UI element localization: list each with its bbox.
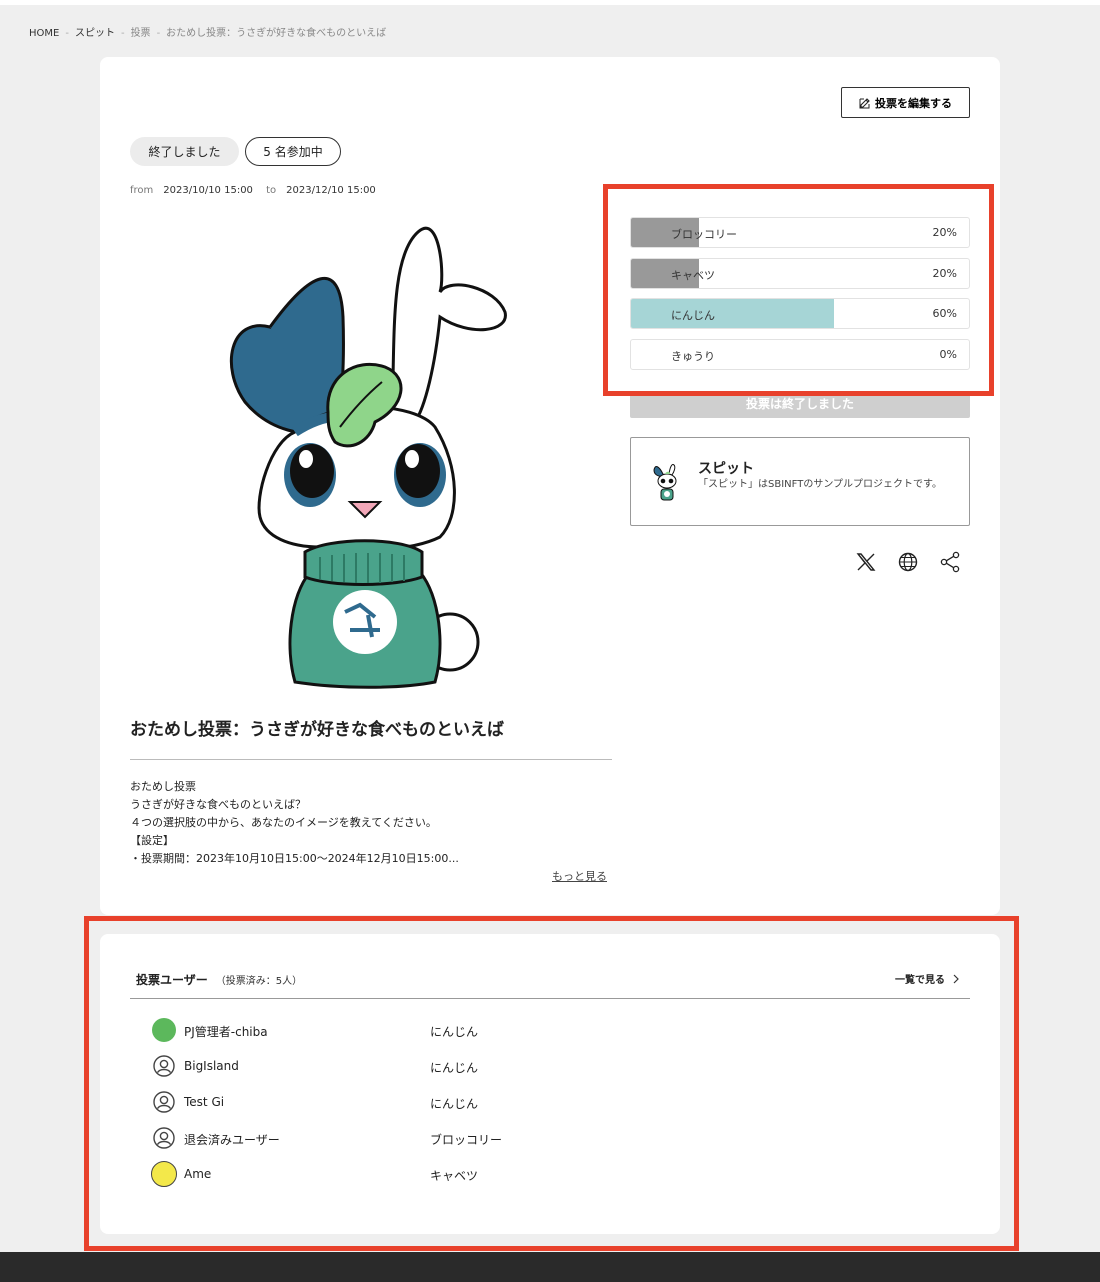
option-label: ブロッコリー xyxy=(671,228,737,241)
vote-title: おためし投票：うさぎが好きな食べものといえば xyxy=(130,720,504,740)
user-name: 退会済みユーザー xyxy=(184,1133,280,1147)
default-user-icon xyxy=(153,1091,175,1113)
user-row[interactable]: PJ管理者-chiba にんじん xyxy=(152,1018,952,1046)
show-more-link[interactable]: もっと見る xyxy=(552,868,607,884)
user-row[interactable]: 退会済みユーザー ブロッコリー xyxy=(152,1126,952,1154)
share-icon[interactable] xyxy=(939,551,961,573)
option-label: きゅうり xyxy=(671,349,715,363)
period-to-label: to xyxy=(266,185,277,196)
user-name: Test Gi xyxy=(184,1095,225,1109)
description-line: おためし投票 xyxy=(130,780,196,793)
voted-users-heading: 投票ユーザー （投票済み：5人） xyxy=(136,971,302,988)
vote-closed-button[interactable]: 投票は終了しました xyxy=(630,391,970,418)
vote-description: おためし投票 うさぎが好きな食べものといえば？ ４つの選択肢の中から、あなたのイ… xyxy=(130,778,612,868)
user-choice: ブロッコリー xyxy=(430,1133,503,1147)
description-line: ・投票期間：2023年10月10日15:00〜2024年12月10日15:00.… xyxy=(130,852,459,865)
user-choice: にんじん xyxy=(430,1025,479,1039)
option-percent: 20% xyxy=(932,226,957,239)
description-line: うさぎが好きな食べものといえば？ xyxy=(130,798,306,811)
voted-users-title: 投票ユーザー xyxy=(136,973,208,987)
x-icon[interactable] xyxy=(855,551,877,573)
participants-badge: 5 名参加中 xyxy=(245,137,341,166)
option-fill-bar xyxy=(631,299,834,328)
avatar xyxy=(151,1161,177,1187)
option-percent: 60% xyxy=(932,307,957,320)
view-all-link[interactable]: 一覧で見る xyxy=(895,971,959,986)
project-description: 「スピット」はSBINFTのサンプルプロジェクトです。 xyxy=(698,479,943,490)
vote-detail-card: 投票を編集する 終了しました 5 名参加中 from 2023/10/10 15:… xyxy=(100,57,1000,915)
option-percent: 0% xyxy=(939,347,957,361)
project-name: スピット xyxy=(698,461,754,477)
project-card[interactable]: スピット 「スピット」はSBINFTのサンプルプロジェクトです。 xyxy=(630,437,970,526)
edit-icon xyxy=(859,97,870,108)
breadcrumb-section[interactable]: 投票 xyxy=(131,28,151,39)
period-from-label: from xyxy=(130,185,154,196)
vote-option-carrot[interactable]: にんじん 60% xyxy=(630,298,970,329)
description-line: ４つの選択肢の中から、あなたのイメージを教えてください。 xyxy=(130,816,437,829)
user-name: Ame xyxy=(184,1167,212,1181)
user-choice: キャベツ xyxy=(430,1169,479,1183)
option-label: キャベツ xyxy=(671,268,715,282)
users-divider xyxy=(130,998,970,999)
top-edge xyxy=(0,0,1100,5)
period-from: 2023/10/10 15:00 xyxy=(163,185,253,196)
edit-vote-button[interactable]: 投票を編集する xyxy=(841,87,970,118)
title-divider xyxy=(130,759,612,760)
share-icons xyxy=(855,551,961,573)
user-choice: にんじん xyxy=(430,1061,479,1075)
avatar xyxy=(152,1018,176,1042)
description-line: 【設定】 xyxy=(130,834,174,847)
vote-option-cucumber[interactable]: きゅうり 0% xyxy=(630,338,970,370)
breadcrumb-project[interactable]: スピット xyxy=(75,28,115,39)
bunny-mascot-image xyxy=(229,227,507,689)
voted-users-card: 投票ユーザー （投票済み：5人） 一覧で見る PJ管理者-chiba にんじん B… xyxy=(100,934,1000,1234)
breadcrumb-home[interactable]: HOME xyxy=(29,28,59,39)
globe-icon[interactable] xyxy=(897,551,919,573)
default-user-icon xyxy=(153,1127,175,1149)
view-all-label: 一覧で見る xyxy=(895,975,945,986)
user-name: BigIsland xyxy=(184,1059,239,1073)
chevron-right-icon xyxy=(953,974,959,983)
user-choice: にんじん xyxy=(430,1097,479,1111)
vote-option-broccoli[interactable]: ブロッコリー 20% xyxy=(630,217,970,248)
voted-users-count: （投票済み：5人） xyxy=(215,976,303,987)
vote-period: from 2023/10/10 15:00 to 2023/12/10 15:00 xyxy=(130,185,386,196)
breadcrumb: HOME - スピット - 投票 - おためし投票：うさぎが好きな食べものといえば xyxy=(29,28,387,39)
status-badge-ended: 終了しました xyxy=(130,137,239,166)
user-name: PJ管理者-chiba xyxy=(184,1025,268,1039)
project-thumbnail-icon xyxy=(653,464,677,501)
vote-options: ブロッコリー 20% キャベツ 20% にんじん 60% きゅうり 0% xyxy=(630,217,970,379)
option-percent: 20% xyxy=(932,266,957,280)
footer-bar xyxy=(0,1252,1100,1282)
edit-vote-label: 投票を編集する xyxy=(875,97,952,110)
default-user-icon xyxy=(153,1055,175,1077)
user-row[interactable]: Test Gi にんじん xyxy=(152,1090,952,1118)
vote-option-cabbage[interactable]: キャベツ 20% xyxy=(630,257,970,289)
option-label: にんじん xyxy=(671,309,715,322)
user-row[interactable]: BigIsland にんじん xyxy=(152,1054,952,1082)
period-to: 2023/12/10 15:00 xyxy=(286,185,376,196)
breadcrumb-current: おためし投票：うさぎが好きな食べものといえば xyxy=(166,28,387,39)
user-row[interactable]: Ame キャベツ xyxy=(151,1161,952,1190)
